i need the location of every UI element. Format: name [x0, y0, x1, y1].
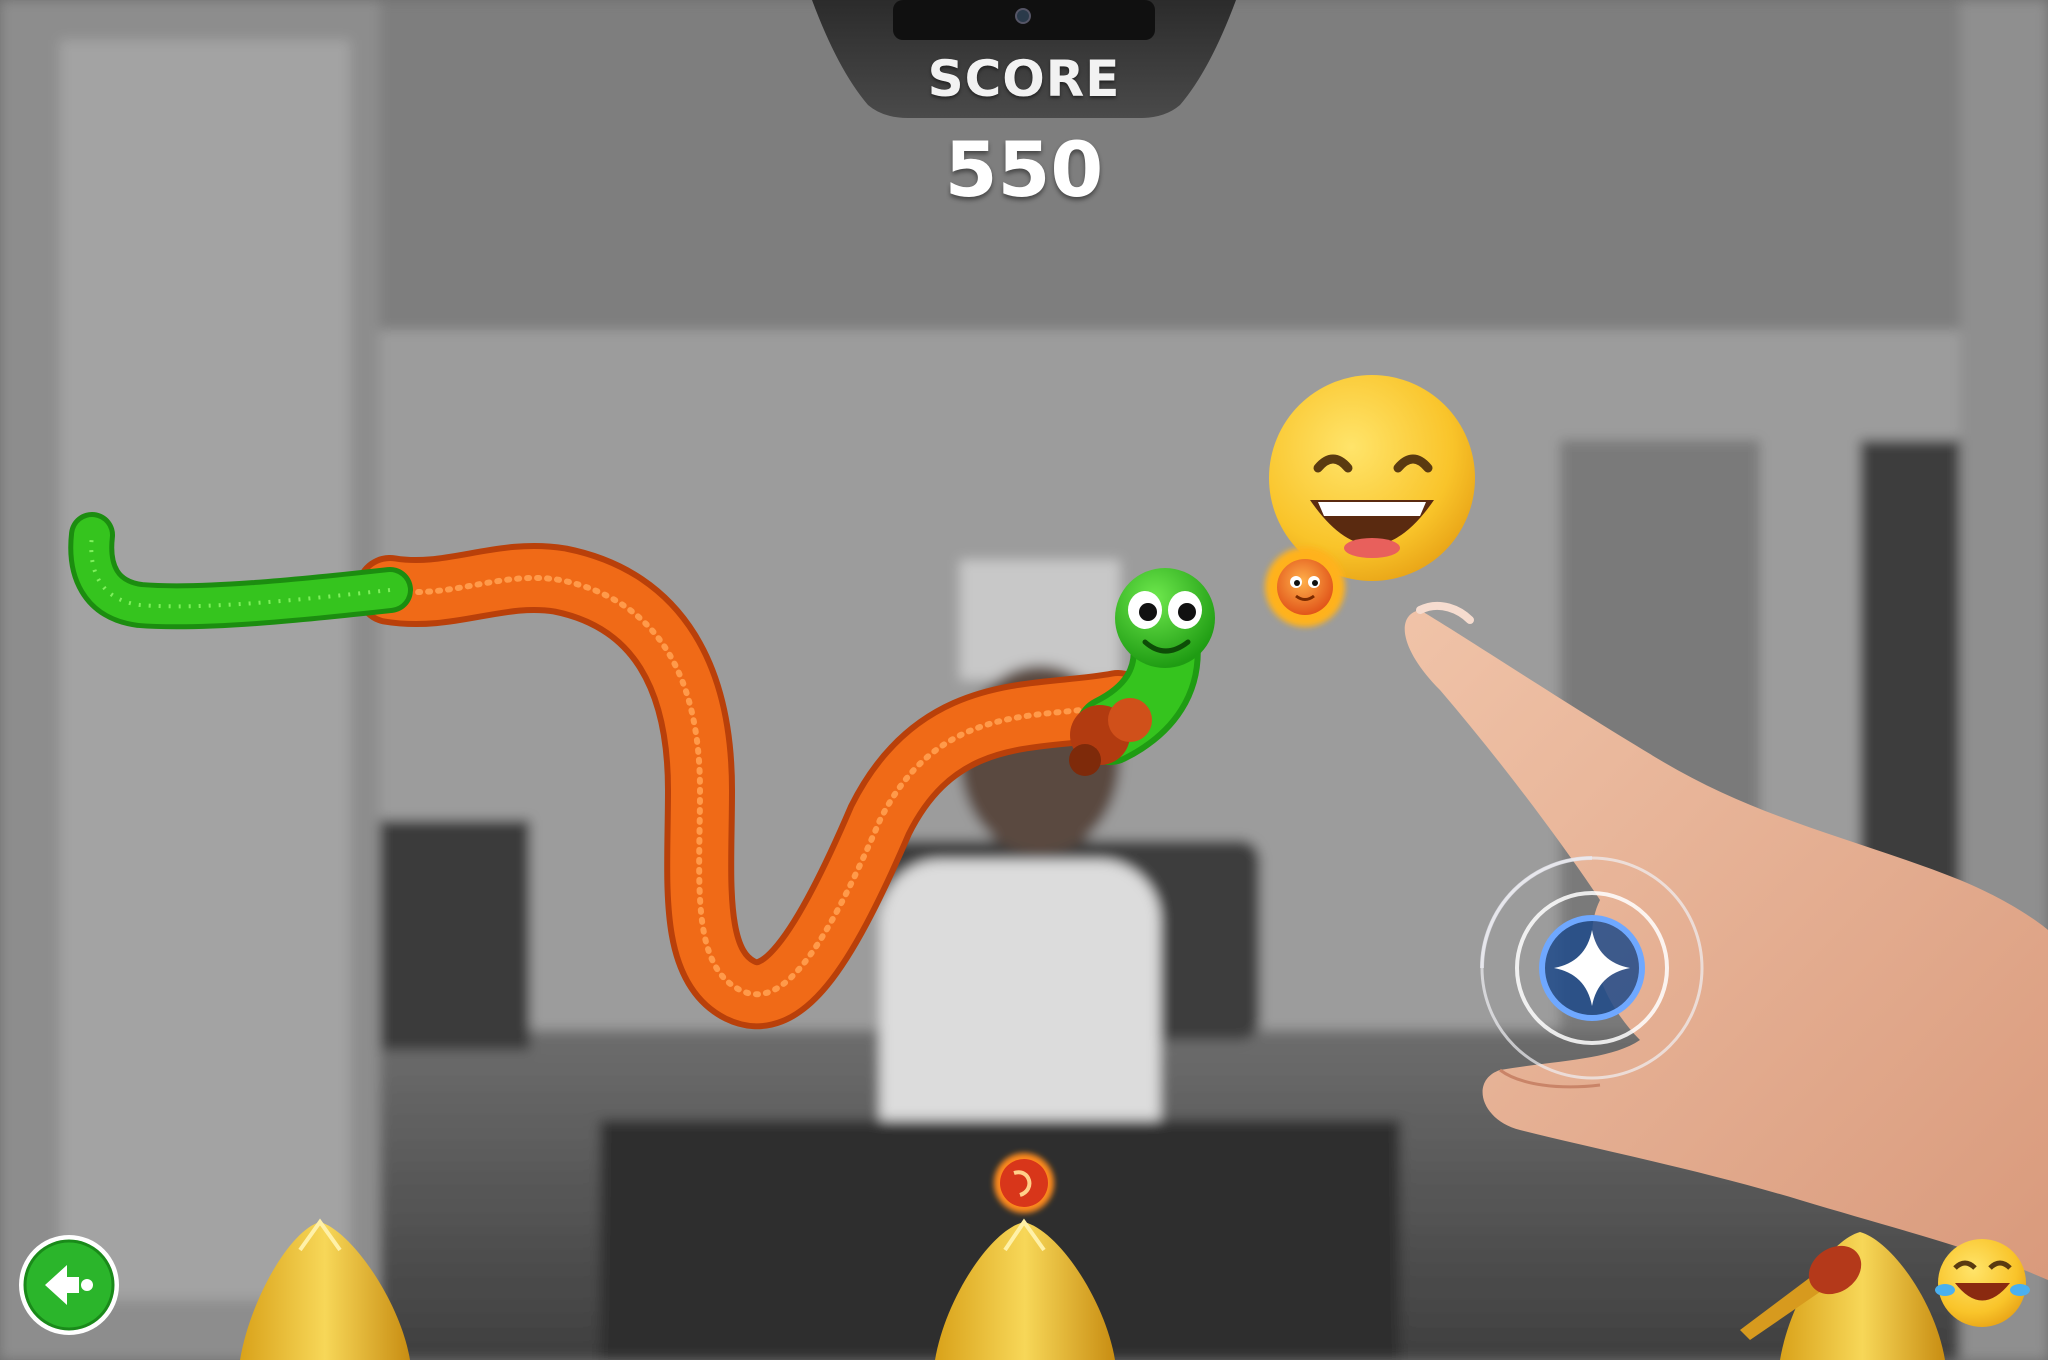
score-value: 550 — [944, 125, 1104, 214]
red-food-item — [994, 1153, 1054, 1213]
tap-target-graphic — [1480, 856, 1704, 1080]
score-label: SCORE — [927, 50, 1121, 108]
back-button[interactable] — [17, 1233, 121, 1337]
tap-target-button[interactable] — [1462, 838, 1722, 1098]
back-arrow-icon — [19, 1235, 119, 1335]
sun-food-item — [1265, 547, 1345, 627]
